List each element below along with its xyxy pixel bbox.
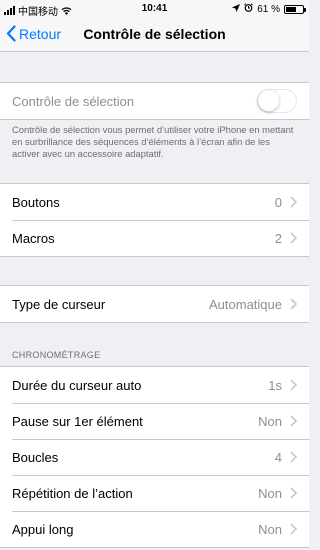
cell-label: Boucles (12, 449, 59, 465)
toggle-knob (258, 90, 279, 111)
battery-fill (286, 6, 296, 12)
carrier-name: 中国移动 (18, 7, 58, 18)
cell-value: Non (258, 521, 282, 537)
back-label: Retour (19, 25, 62, 42)
buttons-group: Boutons 0 Macros 2 (0, 183, 309, 257)
macros-cell[interactable]: Macros 2 (0, 220, 309, 256)
timing-section-header: CHRONOMÉTRAGE (12, 350, 101, 360)
cell-label: Macros (12, 230, 55, 246)
switch-control-description: Contrôle de sélection vous permet d’util… (12, 124, 294, 159)
chevron-right-icon (290, 415, 297, 427)
timing-group: Durée du curseur auto 1s Pause sur 1er é… (0, 366, 309, 548)
chevron-right-icon (290, 451, 297, 463)
buttons-cell[interactable]: Boutons 0 (0, 184, 309, 220)
chevron-left-icon (6, 25, 16, 42)
switch-control-cell: Contrôle de sélection (0, 83, 309, 119)
long-press-cell[interactable]: Appui long Non (0, 511, 309, 547)
status-bar: 中国移动 10:41 61 % (0, 0, 309, 18)
pause-first-item-cell[interactable]: Pause sur 1er élément Non (0, 403, 309, 439)
cell-value: Non (258, 485, 282, 501)
switch-control-label: Contrôle de sélection (12, 93, 135, 109)
cell-label: Type de curseur (12, 296, 106, 312)
move-repeat-cell[interactable]: Répétition de l’action Non (0, 475, 309, 511)
location-icon (232, 3, 241, 15)
switch-control-toggle[interactable] (257, 89, 297, 113)
cell-value: 0 (274, 194, 282, 210)
chevron-right-icon (290, 487, 297, 499)
battery-icon (284, 4, 306, 14)
chevron-right-icon (290, 232, 297, 244)
switch-control-group: Contrôle de sélection (0, 82, 309, 120)
cell-value: Automatique (209, 296, 282, 312)
cell-label: Durée du curseur auto (12, 377, 142, 393)
loops-cell[interactable]: Boucles 4 (0, 439, 309, 475)
status-left: 中国移动 (4, 3, 72, 18)
status-right: 61 % (232, 3, 306, 15)
cell-value: 2 (274, 230, 282, 246)
cell-label: Appui long (12, 521, 74, 537)
cursor-type-group: Type de curseur Automatique (0, 285, 309, 323)
auto-scan-time-cell[interactable]: Durée du curseur auto 1s (0, 367, 309, 403)
signal-icon (4, 6, 15, 15)
back-button[interactable]: Retour (6, 25, 61, 42)
cell-label: Répétition de l’action (12, 485, 133, 501)
navigation-bar: Retour Contrôle de sélection (0, 18, 309, 52)
chevron-right-icon (290, 298, 297, 310)
cell-value: 1s (268, 377, 282, 393)
alarm-icon (244, 3, 254, 15)
cell-label: Pause sur 1er élément (12, 413, 143, 429)
wifi-icon (61, 6, 72, 15)
cell-value: Non (258, 413, 282, 429)
cell-label: Boutons (12, 194, 60, 210)
chevron-right-icon (290, 196, 297, 208)
cell-value: 4 (274, 449, 282, 465)
chevron-right-icon (290, 379, 297, 391)
chevron-right-icon (290, 523, 297, 535)
cursor-type-cell[interactable]: Type de curseur Automatique (0, 286, 309, 322)
battery-percent: 61 % (257, 3, 280, 15)
